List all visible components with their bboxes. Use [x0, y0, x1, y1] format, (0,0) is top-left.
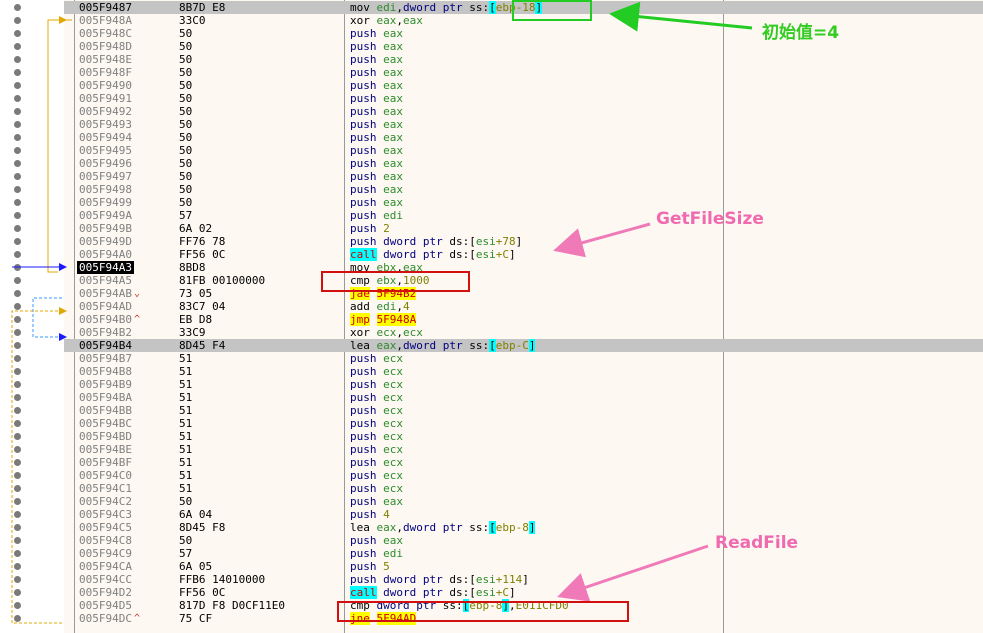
jump-jae-arrow — [32, 297, 62, 338]
init-value-arrow — [609, 1, 753, 32]
highlight-box-init — [512, 0, 592, 21]
highlight-box-cmp-signature — [337, 601, 629, 622]
jump-loop-arrow — [47, 19, 72, 273]
jump-arrows-layer — [11, 1, 753, 624]
jump-jne-arrow — [11, 310, 62, 624]
annotation-init-value: 初始值=4 — [762, 23, 840, 43]
getfilesize-arrow — [553, 222, 651, 258]
readfile-arrow — [557, 544, 709, 602]
annotation-readfile: ReadFile — [715, 533, 799, 553]
highlight-box-cmp — [321, 271, 470, 292]
annotation-getfilesize: GetFileSize — [656, 209, 764, 229]
